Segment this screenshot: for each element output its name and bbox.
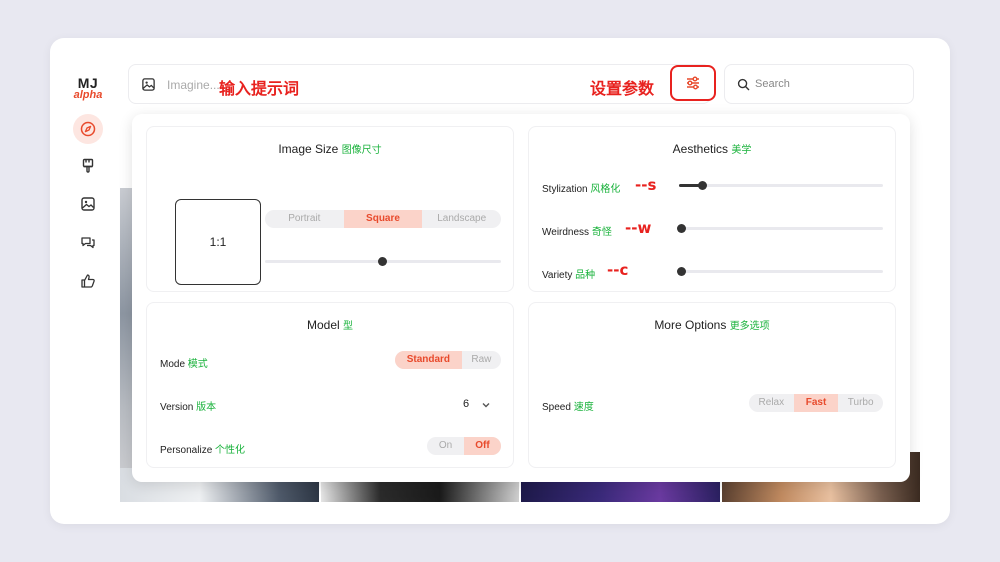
prompt-bar[interactable]: Imagine... 输入提示词 设置参数: [128, 64, 711, 104]
search-icon: [737, 78, 750, 91]
settings-button[interactable]: [670, 65, 716, 101]
version-label: Version 版本: [160, 402, 217, 413]
aspect-ratio-slider[interactable]: [265, 257, 501, 266]
personalize-toggle: On Off: [427, 437, 501, 455]
model-title: Model 型: [306, 318, 354, 332]
stylization-slider[interactable]: [679, 181, 883, 190]
sliders-icon: [687, 76, 699, 90]
mode-standard[interactable]: Standard: [395, 351, 462, 369]
personalize-on[interactable]: On: [427, 437, 464, 455]
speed-label: Speed 速度: [542, 402, 594, 413]
sidebar-item-chat[interactable]: [75, 230, 101, 256]
settings-panel: Image Size 图像尺寸 1:1 Portrait Square Land…: [132, 114, 910, 482]
stylization-slider-handle[interactable]: [698, 181, 707, 190]
image-icon[interactable]: [141, 77, 156, 92]
aspect-ratio-slider-handle[interactable]: [378, 257, 387, 266]
brush-icon: [82, 158, 94, 173]
search-input[interactable]: Search: [755, 78, 790, 90]
aspect-ratio-preview: 1:1: [175, 199, 261, 285]
personalize-off[interactable]: Off: [464, 437, 501, 455]
aesthetics-card: Aesthetics 美学 Stylization 风格化 --s Weirdn…: [528, 126, 896, 292]
stylization-flag: --s: [635, 176, 657, 194]
orientation-square[interactable]: Square: [343, 210, 423, 228]
more-options-card: More Options 更多选项 Speed 速度 Relax Fast Tu…: [528, 302, 896, 468]
speed-turbo[interactable]: Turbo: [838, 394, 883, 412]
model-card: Model 型 Mode 模式 Standard Raw Version 版本 …: [146, 302, 514, 468]
logo-alpha: alpha: [73, 89, 103, 101]
orientation-portrait[interactable]: Portrait: [265, 210, 344, 228]
stylization-label: Stylization 风格化: [542, 184, 621, 195]
mode-label: Mode 模式: [160, 359, 208, 370]
weirdness-flag: --w: [625, 219, 652, 237]
compass-icon: [80, 121, 96, 137]
chevron-down-icon[interactable]: [481, 400, 491, 410]
orientation-toggle: Portrait Square Landscape: [265, 210, 501, 228]
prompt-annotation: 输入提示词: [219, 79, 300, 98]
speed-fast[interactable]: Fast: [793, 394, 839, 412]
speed-toggle: Relax Fast Turbo: [749, 394, 883, 412]
variety-slider[interactable]: [677, 267, 883, 276]
weirdness-slider[interactable]: [677, 224, 883, 233]
app-window: MJ alpha Imagine... 输入提示词 设置参数 Search Im…: [50, 38, 950, 524]
prompt-input[interactable]: Imagine...: [167, 78, 220, 92]
weirdness-label: Weirdness 奇怪: [542, 227, 612, 238]
image-size-card: Image Size 图像尺寸 1:1 Portrait Square Land…: [146, 126, 514, 292]
sidebar: MJ alpha: [50, 38, 126, 524]
image-size-title: Image Size 图像尺寸: [278, 142, 382, 156]
personalize-label: Personalize 个性化: [160, 445, 246, 456]
mode-raw[interactable]: Raw: [462, 351, 501, 369]
sidebar-item-rate[interactable]: [75, 268, 101, 294]
settings-annotation: 设置参数: [590, 79, 655, 98]
speed-relax[interactable]: Relax: [749, 394, 794, 412]
logo-mj: MJ: [77, 75, 99, 91]
sidebar-item-organize[interactable]: [75, 191, 101, 217]
logo[interactable]: MJ alpha: [72, 76, 104, 101]
search-bar[interactable]: Search: [724, 64, 914, 104]
chat-icon: [81, 237, 95, 249]
mode-toggle: Standard Raw: [395, 351, 501, 369]
orientation-landscape[interactable]: Landscape: [422, 210, 501, 228]
sidebar-item-create[interactable]: [75, 153, 101, 179]
variety-label: Variety 品种: [542, 270, 596, 281]
variety-slider-handle[interactable]: [677, 267, 686, 276]
variety-flag: --c: [607, 261, 629, 279]
thumbs-up-icon: [81, 274, 95, 288]
more-options-title: More Options 更多选项: [654, 318, 770, 332]
image-icon: [81, 197, 95, 211]
version-select[interactable]: 6: [463, 398, 469, 410]
weirdness-slider-handle[interactable]: [677, 224, 686, 233]
sidebar-item-explore[interactable]: [73, 114, 103, 144]
aesthetics-title: Aesthetics 美学: [672, 142, 752, 156]
